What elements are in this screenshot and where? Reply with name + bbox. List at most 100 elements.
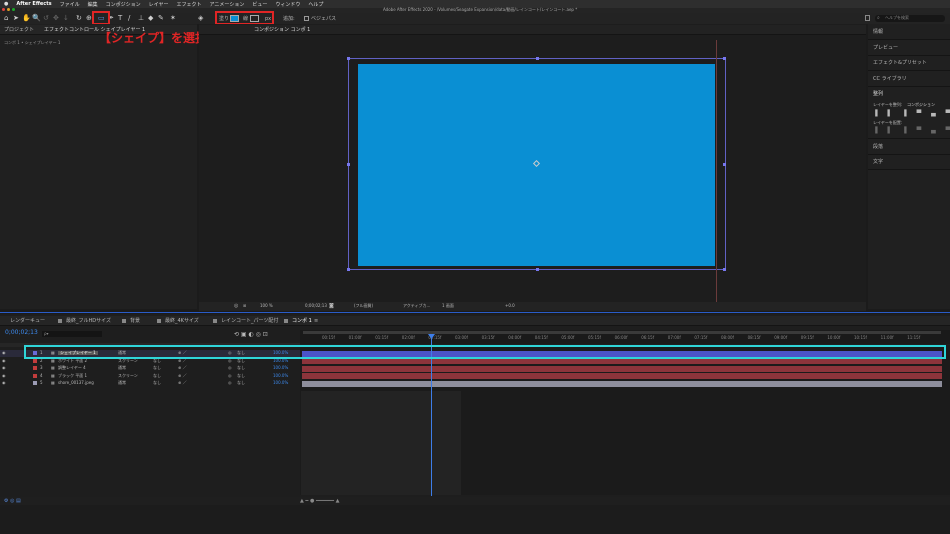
roto-brush-icon[interactable]: ✎: [158, 15, 164, 22]
tab-project[interactable]: プロジェクト: [4, 28, 34, 33]
blend-mode-select[interactable]: 通常: [118, 366, 126, 370]
stretch-value[interactable]: 100.0%: [273, 358, 288, 363]
menu-window[interactable]: ウィンドウ: [275, 1, 300, 8]
preview-icon[interactable]: ◎: [234, 304, 238, 309]
menu-layer[interactable]: レイヤー: [149, 1, 169, 8]
resolution-value[interactable]: (フル画質): [354, 304, 373, 308]
tab-render-queue[interactable]: レンダーキュー: [10, 319, 45, 324]
stretch-value[interactable]: 100.0%: [273, 366, 288, 370]
pan-camera-icon[interactable]: ✥: [53, 15, 59, 22]
layer-name[interactable]: 調整レイヤー 4: [58, 366, 86, 370]
track-matte-select[interactable]: なし: [153, 373, 161, 378]
align-buttons-icon[interactable]: ▐ ▌ ▐ ▀ ▄ ▀: [873, 111, 950, 117]
handle-top-left[interactable]: [347, 57, 350, 60]
track-matte-select[interactable]: なし: [153, 366, 161, 370]
eraser-tool-icon[interactable]: ◆: [148, 15, 153, 22]
parent-pickwhip-icon[interactable]: ◎: [228, 358, 232, 363]
parent-pickwhip-icon[interactable]: ◎: [228, 381, 232, 385]
handle-right[interactable]: [723, 163, 726, 166]
blend-mode-select[interactable]: スクリーン: [118, 373, 138, 378]
orbit-camera-icon[interactable]: ↺: [43, 15, 49, 22]
parent-select[interactable]: なし: [237, 358, 245, 363]
stretch-value[interactable]: 100.0%: [273, 373, 288, 378]
label-color-swatch[interactable]: [33, 358, 37, 363]
tab-final-hd[interactable]: 最終_フルHDサイズ: [66, 319, 111, 324]
visibility-eye-icon[interactable]: ◉: [2, 381, 6, 385]
label-color-swatch[interactable]: [33, 366, 37, 370]
layer-row[interactable]: ◉ 5 ▦ shore_00137.jpeg 通常 なし ⊕ ／ ◎ なし 100.0%: [0, 380, 300, 387]
layer-row[interactable]: ◉ 3 ▦ 調整レイヤー 4 通常 なし ⊕ ／ ◎ なし 100.0%: [0, 365, 300, 372]
switches-icon[interactable]: ⊕ ／: [178, 366, 187, 370]
panel-align[interactable]: 整列: [873, 92, 883, 97]
label-color-swatch[interactable]: [33, 381, 37, 385]
timeline-tools-icon[interactable]: ⟲ ▣ ◐ ◎ ⊡: [234, 332, 268, 338]
parent-pickwhip-icon[interactable]: ◎: [228, 366, 232, 370]
menu-file[interactable]: ファイル: [60, 1, 80, 8]
tab-composition[interactable]: コンポジション コンポ 1: [254, 28, 310, 33]
align-to-select[interactable]: コンポジション: [907, 103, 935, 107]
switches-icon[interactable]: ⊕ ／: [178, 358, 187, 363]
panel-character[interactable]: 文字: [873, 160, 883, 165]
zoom-window-icon[interactable]: [12, 8, 15, 11]
distribute-buttons-icon[interactable]: ▐ ▌ ▐ ▀ ▄ ▀: [873, 128, 950, 134]
menu-effect[interactable]: エフェクト: [177, 1, 202, 8]
tab-final-4k[interactable]: 最終_4Kサイズ: [165, 319, 199, 324]
tab-raincoat-parts[interactable]: レインコート_パーツ配付: [221, 319, 278, 324]
work-area-bar[interactable]: [303, 331, 941, 334]
handle-bottom[interactable]: [536, 268, 539, 271]
handle-top[interactable]: [536, 57, 539, 60]
parent-select[interactable]: なし: [237, 366, 245, 370]
timeline-timecode[interactable]: 0;00;02;13: [5, 330, 38, 336]
exposure-value[interactable]: +0.0: [505, 304, 515, 308]
panel-preview[interactable]: プレビュー: [873, 46, 898, 51]
label-color-swatch[interactable]: [33, 373, 37, 378]
visibility-eye-icon[interactable]: ◉: [2, 358, 6, 363]
visibility-eye-icon[interactable]: ◉: [2, 351, 6, 355]
menu-help[interactable]: ヘルプ: [308, 1, 323, 8]
pan-behind-tool-icon[interactable]: ⊕: [86, 15, 92, 22]
layer-name[interactable]: shore_00137.jpeg: [58, 381, 94, 385]
switches-icon[interactable]: ⊕ ／: [178, 373, 187, 378]
panel-effects-presets[interactable]: エフェクト&プリセット: [873, 61, 927, 66]
apple-icon[interactable]: ●: [4, 1, 8, 7]
close-window-icon[interactable]: [2, 8, 5, 11]
visibility-eye-icon[interactable]: ◉: [2, 366, 6, 370]
type-tool-icon[interactable]: T: [118, 15, 122, 22]
hand-tool-icon[interactable]: ✋: [22, 15, 31, 22]
handle-left[interactable]: [347, 163, 350, 166]
grid-icon[interactable]: ⊞: [243, 304, 246, 308]
close-tab-icon[interactable]: ≡: [314, 319, 318, 324]
handle-top-right[interactable]: [723, 57, 726, 60]
views-value[interactable]: 1 画面: [442, 304, 454, 308]
snapshot-icon[interactable]: ◙: [329, 304, 334, 309]
layer-search-input[interactable]: ρ▾: [42, 331, 102, 337]
switches-icon[interactable]: ⊕ ／: [178, 381, 187, 385]
tab-comp-1[interactable]: コンポ 1: [292, 319, 312, 324]
rotate-tool-icon[interactable]: ↻: [76, 15, 82, 22]
menu-app[interactable]: After Effects: [16, 1, 51, 7]
parent-pickwhip-icon[interactable]: ◎: [228, 373, 232, 378]
layer-name[interactable]: ブラック 平面 1: [58, 373, 87, 378]
workspace-icon[interactable]: [865, 15, 870, 21]
zoom-value[interactable]: 100 %: [260, 304, 273, 308]
stretch-value[interactable]: 100.0%: [273, 381, 288, 385]
help-search-input[interactable]: ⌕ ヘルプを検索: [875, 15, 945, 22]
zoom-slider-icon[interactable]: ▲ ━ ● ━━━━━━ ▲: [300, 499, 339, 504]
menu-composition[interactable]: コンポジション: [106, 1, 141, 8]
camera-value[interactable]: アクティブカ...: [403, 304, 430, 308]
puppet-tool-icon[interactable]: ✶: [170, 15, 176, 22]
clone-stamp-icon[interactable]: ⊥: [138, 15, 144, 22]
menu-animation[interactable]: アニメーション: [210, 1, 245, 8]
snap-icon[interactable]: ◈: [198, 15, 203, 22]
panel-paragraph[interactable]: 段落: [873, 145, 883, 150]
layer-name[interactable]: ホワイト 平面 2: [58, 358, 87, 363]
zoom-tool-icon[interactable]: 🔍: [32, 15, 41, 22]
layer-row[interactable]: ◉ 4 ▦ ブラック 平面 1 スクリーン なし ⊕ ／ ◎ なし 100.0%: [0, 373, 300, 380]
layer-duration-bar[interactable]: [302, 380, 942, 387]
track-matte-select[interactable]: なし: [153, 358, 161, 363]
bezier-path-checkbox[interactable]: [304, 16, 309, 21]
menu-edit[interactable]: 編集: [88, 1, 98, 8]
layer-duration-bar[interactable]: [302, 373, 942, 379]
handle-bottom-left[interactable]: [347, 268, 350, 271]
selection-tool-icon[interactable]: ➤: [13, 15, 19, 22]
